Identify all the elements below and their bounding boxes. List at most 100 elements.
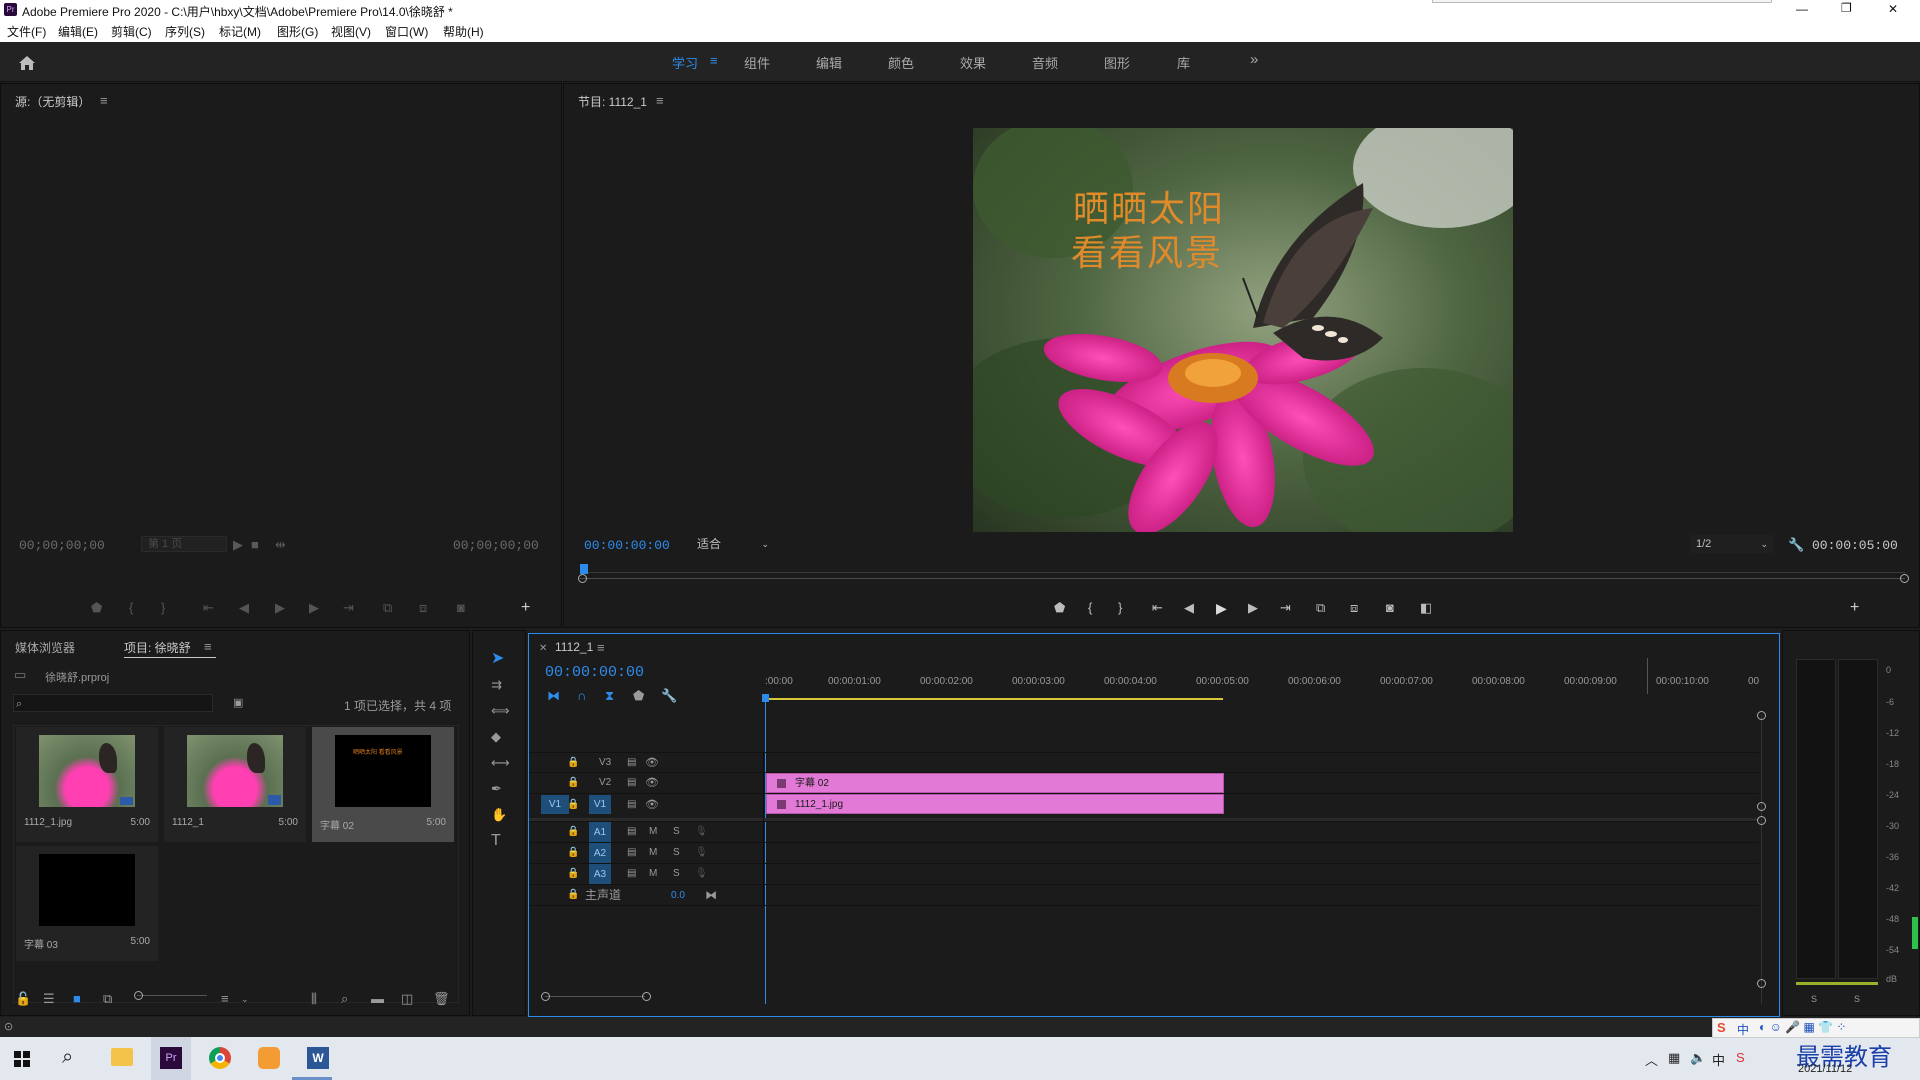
sort-icon[interactable]: ≡ <box>221 991 229 1007</box>
home-icon[interactable] <box>18 55 36 71</box>
word-icon[interactable]: W <box>307 1047 329 1069</box>
tray-volume-icon[interactable]: 🔈 <box>1690 1050 1706 1066</box>
tab-libraries[interactable]: 库 <box>1177 53 1190 72</box>
timeline-settings-icon[interactable]: 🔧 <box>661 688 677 704</box>
track-select-tool-icon[interactable]: ⇉ <box>491 677 502 693</box>
program-timecode[interactable]: 00:00:00:00 <box>584 538 670 554</box>
automate-to-sequence-icon[interactable]: ⫼ <box>311 991 317 1007</box>
wrench-icon[interactable]: 🔧 <box>1788 537 1804 553</box>
tab-learn[interactable]: 学习 <box>672 53 698 72</box>
menu-view[interactable]: 视图(V) <box>331 23 371 40</box>
program-resolution-dropdown[interactable]: 1/2 ⌄ <box>1690 535 1774 553</box>
source-overwrite-icon[interactable]: ⧈ <box>419 600 427 616</box>
eye-icon[interactable]: 👁 <box>645 775 659 791</box>
track-label[interactable]: A3 <box>589 864 611 885</box>
sync-lock-icon[interactable]: ▤ <box>627 797 636 813</box>
project-panel-menu-icon[interactable]: ≡ <box>204 639 212 655</box>
hzoom-left-handle[interactable] <box>541 992 550 1001</box>
export-frame-icon[interactable]: ◙ <box>1386 600 1394 616</box>
source-add-button-icon[interactable]: + <box>521 600 530 616</box>
lock-icon[interactable]: 🔒 <box>567 797 579 813</box>
source-goto-out-icon[interactable]: ⇥ <box>343 600 354 616</box>
trash-icon[interactable]: 🗑 <box>433 991 450 1007</box>
track-label[interactable]: V1 <box>589 795 611 814</box>
source-mark-in-icon[interactable]: { <box>129 600 133 616</box>
tray-up-chevron-icon[interactable]: ︿ <box>1645 1050 1658 1069</box>
timeline-vscroll[interactable] <box>1761 714 1762 1004</box>
freeform-view-icon[interactable]: ⧉ <box>103 991 112 1007</box>
file-explorer-icon[interactable] <box>111 1048 133 1066</box>
windows-start-icon[interactable] <box>14 1051 30 1067</box>
eye-icon[interactable]: 👁 <box>645 797 659 813</box>
type-tool-icon[interactable]: T <box>491 833 501 849</box>
solo-button[interactable]: S <box>673 845 680 861</box>
master-volume[interactable]: 0.0 <box>671 888 685 904</box>
source-play-icon[interactable]: ▶ <box>233 537 243 553</box>
microphone-icon[interactable]: 🎙 <box>695 866 708 882</box>
new-search-bin-icon[interactable]: ▣ <box>233 695 243 711</box>
microphone-icon[interactable]: 🎙 <box>695 824 708 840</box>
comparison-view-icon[interactable]: ◧ <box>1420 600 1432 616</box>
vscroll-bottom-handle[interactable] <box>1757 979 1766 988</box>
sync-lock-icon[interactable]: ▤ <box>627 755 636 771</box>
timeline-timecode[interactable]: 00:00:00:00 <box>545 665 644 681</box>
project-search-input[interactable]: ⌕ <box>13 694 213 712</box>
program-add-button-icon[interactable]: + <box>1850 600 1859 616</box>
source-panel-menu-icon[interactable]: ≡ <box>100 93 108 109</box>
snap-icon[interactable]: ∩ <box>577 688 586 704</box>
goto-in-icon[interactable]: ⇤ <box>1152 600 1163 616</box>
source-play-button-icon[interactable]: ▶ <box>275 600 285 616</box>
tab-editing[interactable]: 编辑 <box>816 53 842 72</box>
sequence-tab[interactable]: 1112_1 <box>555 640 593 654</box>
solo-left-button[interactable]: S <box>1811 991 1817 1007</box>
tab-effects[interactable]: 效果 <box>960 53 986 72</box>
sync-lock-icon[interactable]: ▤ <box>627 775 636 791</box>
close-sequence-icon[interactable]: ✕ <box>539 641 547 657</box>
sync-lock-icon[interactable]: ▤ <box>627 845 636 861</box>
lock-icon[interactable]: 🔒 <box>567 887 579 903</box>
lock-icon[interactable]: 🔓 <box>15 991 31 1007</box>
tray-sogou-icon[interactable]: S <box>1736 1050 1745 1065</box>
tab-color[interactable]: 颜色 <box>888 53 914 72</box>
goto-out-icon[interactable]: ⇥ <box>1280 600 1291 616</box>
play-icon[interactable]: ▶ <box>1216 600 1227 616</box>
menu-window[interactable]: 窗口(W) <box>385 23 428 40</box>
program-zoom-right-handle[interactable] <box>1900 574 1909 583</box>
title-search-box[interactable] <box>1432 0 1772 3</box>
linked-selection-icon[interactable]: ⧗ <box>605 688 614 704</box>
program-playhead[interactable] <box>580 564 588 574</box>
taskbar-premiere-icon[interactable]: Pr <box>151 1037 191 1080</box>
playhead-handle[interactable] <box>762 694 769 702</box>
nest-toggle-icon[interactable]: ⧓ <box>547 688 560 704</box>
new-item-icon[interactable]: ◫ <box>401 991 413 1007</box>
microphone-icon[interactable]: 🎙 <box>695 845 708 861</box>
menu-sequence[interactable]: 序列(S) <box>165 23 205 40</box>
lift-icon[interactable]: ⧉ <box>1316 600 1325 616</box>
minimize-button[interactable]: — <box>1796 2 1808 16</box>
source-page-dropdown[interactable]: 第 1 页 <box>141 536 227 552</box>
timeline-hzoom-bar[interactable] <box>545 996 645 997</box>
tab-graphics[interactable]: 图形 <box>1104 53 1130 72</box>
lock-icon[interactable]: 🔒 <box>567 824 579 840</box>
extract-icon[interactable]: ⧈ <box>1350 600 1358 616</box>
program-mini-ruler[interactable] <box>578 564 1909 586</box>
step-back-icon[interactable]: ◀ <box>1184 600 1194 616</box>
lock-icon[interactable]: 🔒 <box>567 755 579 771</box>
find-icon[interactable]: ⌕ <box>341 991 348 1007</box>
mute-button[interactable]: M <box>649 824 657 840</box>
lock-icon[interactable]: 🔒 <box>567 866 579 882</box>
list-view-icon[interactable]: ☰ <box>43 991 55 1007</box>
source-export-frame-icon[interactable]: ◙ <box>457 600 465 616</box>
more-workspaces-icon[interactable]: » <box>1250 51 1258 68</box>
hzoom-right-handle[interactable] <box>642 992 651 1001</box>
mute-button[interactable]: M <box>649 845 657 861</box>
source-step-fwd-icon[interactable]: ▶ <box>309 600 319 616</box>
solo-button[interactable]: S <box>673 866 680 882</box>
tab-media-browser[interactable]: 媒体浏览器 <box>15 639 75 656</box>
source-goto-in-icon[interactable]: ⇤ <box>203 600 214 616</box>
menu-marker[interactable]: 标记(M) <box>219 23 261 40</box>
source-patch-v1[interactable]: V1 <box>541 795 569 814</box>
vscroll-audio-handle[interactable] <box>1757 816 1766 825</box>
razor-tool-icon[interactable]: ◆ <box>491 729 501 745</box>
sync-lock-icon[interactable]: ▤ <box>627 866 636 882</box>
